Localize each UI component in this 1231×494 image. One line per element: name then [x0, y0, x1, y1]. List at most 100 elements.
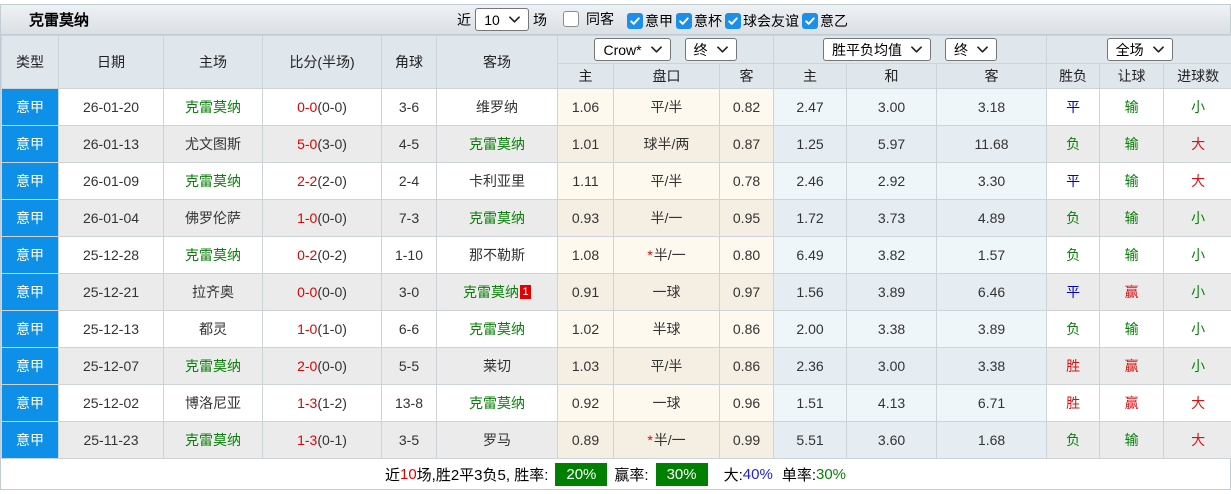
- corners-cell: 13-8: [381, 384, 437, 422]
- europe-away-odds-cell: 3.30: [936, 162, 1048, 200]
- team-title: 克雷莫纳: [29, 12, 90, 29]
- filter-checkbox-item[interactable]: 意乙: [802, 11, 848, 31]
- date-cell: 26-01-13: [58, 125, 164, 163]
- corners-cell: 7-3: [381, 199, 437, 237]
- recent-count-select[interactable]: 10: [475, 8, 529, 31]
- big-rate-value: 40%: [742, 465, 773, 483]
- score-cell: 1-0(1-0): [262, 310, 382, 348]
- team-name: 克雷莫纳: [185, 99, 241, 115]
- match-row: 意甲 25-11-23 克雷莫纳 1-3(0-1) 3-5 罗马 0.89 *半/一 0.99 5…: [1, 421, 1231, 459]
- outcome-cell: 负: [1046, 236, 1101, 274]
- asian-away-odds-cell: 0.97: [718, 273, 775, 311]
- date-cell: 25-12-02: [58, 384, 164, 422]
- team-name: 莱切: [483, 358, 511, 374]
- corners-cell: 1-10: [381, 236, 437, 274]
- europe-away-odds-cell: 1.57: [936, 236, 1048, 274]
- checkbox-checked-icon[interactable]: [627, 12, 643, 29]
- handicap-result-cell: 输: [1099, 125, 1165, 163]
- filter-checkbox-item[interactable]: 意甲: [627, 11, 673, 31]
- bookmaker-select-value: Crow*: [603, 41, 642, 58]
- team-name: 克雷莫纳: [185, 432, 241, 448]
- europe-home-odds-cell: 2.47: [773, 88, 848, 126]
- goals-result-cell: 小: [1163, 310, 1231, 348]
- filter-checkbox-item[interactable]: 球会友谊: [725, 11, 799, 31]
- league-cell: 意甲: [1, 273, 59, 311]
- profit-rate-label: 赢率:: [614, 466, 649, 484]
- team-name: 克雷莫纳: [469, 210, 525, 226]
- recent-count-value: 10: [484, 11, 500, 28]
- match-row: 意甲 26-01-20 克雷莫纳 0-0(0-0) 3-6 维罗纳 1.06 平/半 0.82 2…: [1, 88, 1231, 126]
- handicap-cell: 球半/两: [613, 125, 720, 163]
- europe-draw-odds-cell: 3.38: [846, 310, 938, 348]
- asian-home-odds-cell: 1.06: [557, 88, 614, 126]
- asian-odds-group-header: Crow* 终: [556, 35, 775, 64]
- asian-home-odds-cell: 1.11: [557, 162, 614, 200]
- subheader-europe-away: 客: [936, 63, 1048, 89]
- europe-mean-select[interactable]: 胜平负均值: [823, 38, 932, 61]
- win-rate-badge: 20%: [555, 462, 608, 486]
- europe-away-odds-cell: 6.71: [936, 384, 1048, 422]
- col-header-score: 比分(半场): [262, 35, 382, 89]
- score-cell: 2-0(0-0): [262, 347, 382, 385]
- home-team-cell: 佛罗伦萨: [163, 199, 263, 237]
- score-cell: 1-0(0-0): [262, 199, 382, 237]
- team-name: 罗马: [483, 432, 511, 448]
- filter-checkbox-item[interactable]: 意杯: [676, 11, 722, 31]
- handicap-result-cell: 赢: [1099, 347, 1165, 385]
- goals-result-cell: 大: [1163, 421, 1231, 459]
- team-name: 克雷莫纳: [185, 247, 241, 263]
- checkbox-label: 意甲: [645, 12, 673, 29]
- subheader-goals: 进球数: [1163, 63, 1231, 89]
- subheader-handicap-result: 让球: [1099, 63, 1165, 89]
- subheader-europe-draw: 和: [846, 63, 938, 89]
- checkbox-checked-icon[interactable]: [802, 12, 818, 29]
- handicap-cell: *半/一: [613, 236, 720, 274]
- europe-draw-odds-cell: 3.00: [846, 88, 938, 126]
- asian-away-odds-cell: 0.82: [718, 88, 775, 126]
- handicap-result-cell: 输: [1099, 88, 1165, 126]
- team-history-panel: 克雷莫纳 近 10 场 同客 意甲 意杯 球会友谊 意乙 类型 日期 主场 比分…: [0, 4, 1231, 490]
- fulltime-scope-select[interactable]: 全场: [1106, 38, 1173, 61]
- page: 克雷莫纳 近 10 场 同客 意甲 意杯 球会友谊 意乙 类型 日期 主场 比分…: [0, 4, 1231, 490]
- asian-home-odds-cell: 1.01: [557, 125, 614, 163]
- score-cell: 1-3(0-1): [262, 421, 382, 459]
- big-label: 大:: [723, 466, 743, 484]
- handicap-cell: 半球: [613, 310, 720, 348]
- checkbox-label: 同客: [586, 10, 614, 27]
- fulltime-scope-select-value: 全场: [1115, 41, 1144, 58]
- europe-away-odds-cell: 3.18: [936, 88, 1048, 126]
- away-team-cell: 克雷莫纳 1: [436, 273, 558, 311]
- handicap-result-cell: 赢: [1099, 384, 1165, 422]
- asian-home-odds-cell: 1.08: [557, 236, 614, 274]
- europe-draw-odds-cell: 2.92: [846, 162, 938, 200]
- asian-time-select[interactable]: 终: [684, 38, 737, 61]
- team-name: 克雷莫纳: [469, 136, 525, 152]
- recent-label: 近: [457, 11, 471, 28]
- single-rate-value: 30%: [815, 465, 847, 483]
- europe-away-odds-cell: 6.46: [936, 273, 1048, 311]
- corners-cell: 3-0: [381, 273, 437, 311]
- europe-time-select[interactable]: 终: [945, 38, 998, 61]
- away-team-cell: 罗马: [436, 421, 558, 459]
- europe-home-odds-cell: 1.25: [773, 125, 848, 163]
- europe-odds-group-header: 胜平负均值 终: [773, 35, 1048, 64]
- date-cell: 25-12-13: [58, 310, 164, 348]
- bookmaker-select[interactable]: Crow*: [594, 38, 671, 61]
- date-cell: 26-01-20: [58, 88, 164, 126]
- europe-draw-odds-cell: 3.89: [846, 273, 938, 311]
- europe-draw-odds-cell: 3.73: [846, 199, 938, 237]
- checkbox-checked-icon[interactable]: [725, 12, 741, 29]
- home-team-cell: 尤文图斯: [163, 125, 263, 163]
- filter-checkbox-item[interactable]: 同客: [563, 9, 614, 29]
- checkbox-checked-icon[interactable]: [676, 12, 692, 29]
- team-name: 佛罗伦萨: [185, 210, 241, 226]
- summary-stats-text: 场,胜2平3负5, 胜率:: [416, 466, 549, 484]
- subheader-asian-away: 客: [718, 63, 775, 89]
- checkbox-unchecked-icon[interactable]: [563, 10, 579, 27]
- col-header-home: 主场: [163, 35, 263, 89]
- europe-home-odds-cell: 2.36: [773, 347, 848, 385]
- europe-draw-odds-cell: 3.00: [846, 347, 938, 385]
- checkbox-label: 意乙: [820, 12, 848, 29]
- asian-home-odds-cell: 0.92: [557, 384, 614, 422]
- match-row: 意甲 25-12-28 克雷莫纳 0-2(0-2) 1-10 那不勒斯 1.08 *半/一 0.…: [1, 236, 1231, 274]
